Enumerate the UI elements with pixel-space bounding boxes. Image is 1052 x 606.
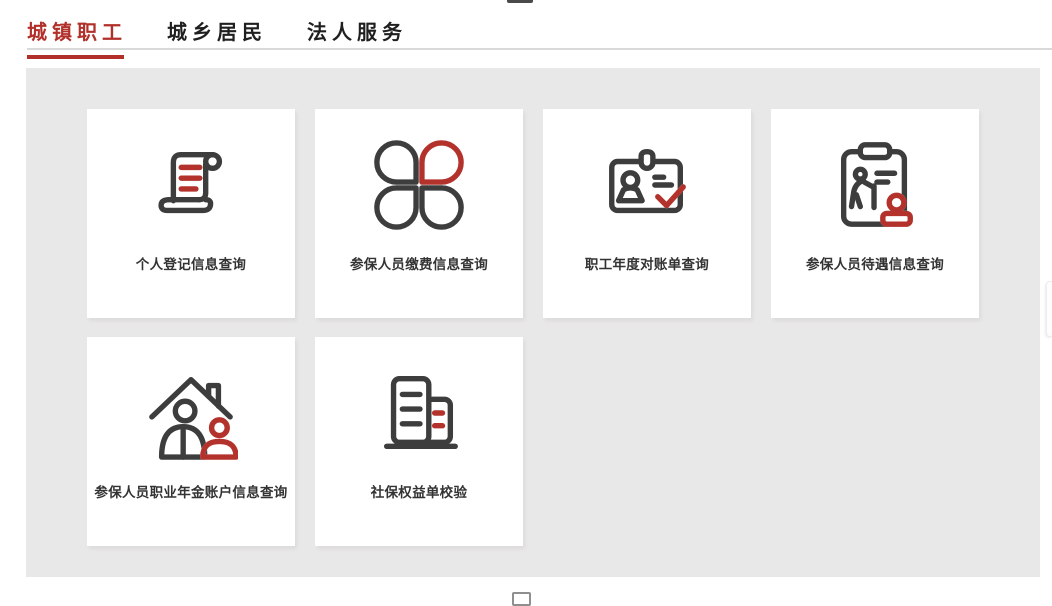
service-card-label: 个人登记信息查询 (136, 253, 246, 273)
service-card-personal-registration-query[interactable]: 个人登记信息查询 (87, 109, 295, 318)
service-card-label: 参保人员待遇信息查询 (806, 253, 944, 273)
bottom-edge-clipped-button[interactable] (512, 592, 531, 606)
service-card-label: 参保人员缴费信息查询 (350, 253, 488, 273)
scroll-document-icon (143, 137, 239, 233)
service-card-rights-statement-verification[interactable]: 社保权益单校验 (315, 337, 523, 546)
service-card-label: 参保人员职业年金账户信息查询 (94, 481, 287, 501)
clover-petals-icon (371, 137, 467, 233)
tab-legal-person-services[interactable]: 法人服务 (307, 16, 407, 58)
service-card-occupational-annuity-account-query[interactable]: 参保人员职业年金账户信息查询 (87, 337, 295, 546)
tab-bar: 城镇职工 城乡居民 法人服务 (0, 0, 1052, 52)
clipboard-elder-icon (827, 137, 923, 233)
house-family-icon (143, 365, 239, 461)
service-card-label: 社保权益单校验 (371, 481, 468, 501)
side-widget-clipped[interactable] (1046, 281, 1052, 337)
services-panel: 个人登记信息查询 参保人员缴费信息查询 (26, 68, 1040, 577)
service-card-annual-statement-query[interactable]: 职工年度对账单查询 (543, 109, 751, 318)
id-badge-check-icon (599, 137, 695, 233)
service-card-benefits-info-query[interactable]: 参保人员待遇信息查询 (771, 109, 979, 318)
tab-urban-employees[interactable]: 城镇职工 (27, 16, 127, 58)
buildings-icon (371, 365, 467, 461)
service-card-payment-info-query[interactable]: 参保人员缴费信息查询 (315, 109, 523, 318)
services-grid: 个人登记信息查询 参保人员缴费信息查询 (26, 68, 1040, 546)
tab-urban-rural-residents[interactable]: 城乡居民 (167, 16, 267, 58)
service-card-label: 职工年度对账单查询 (585, 253, 709, 273)
